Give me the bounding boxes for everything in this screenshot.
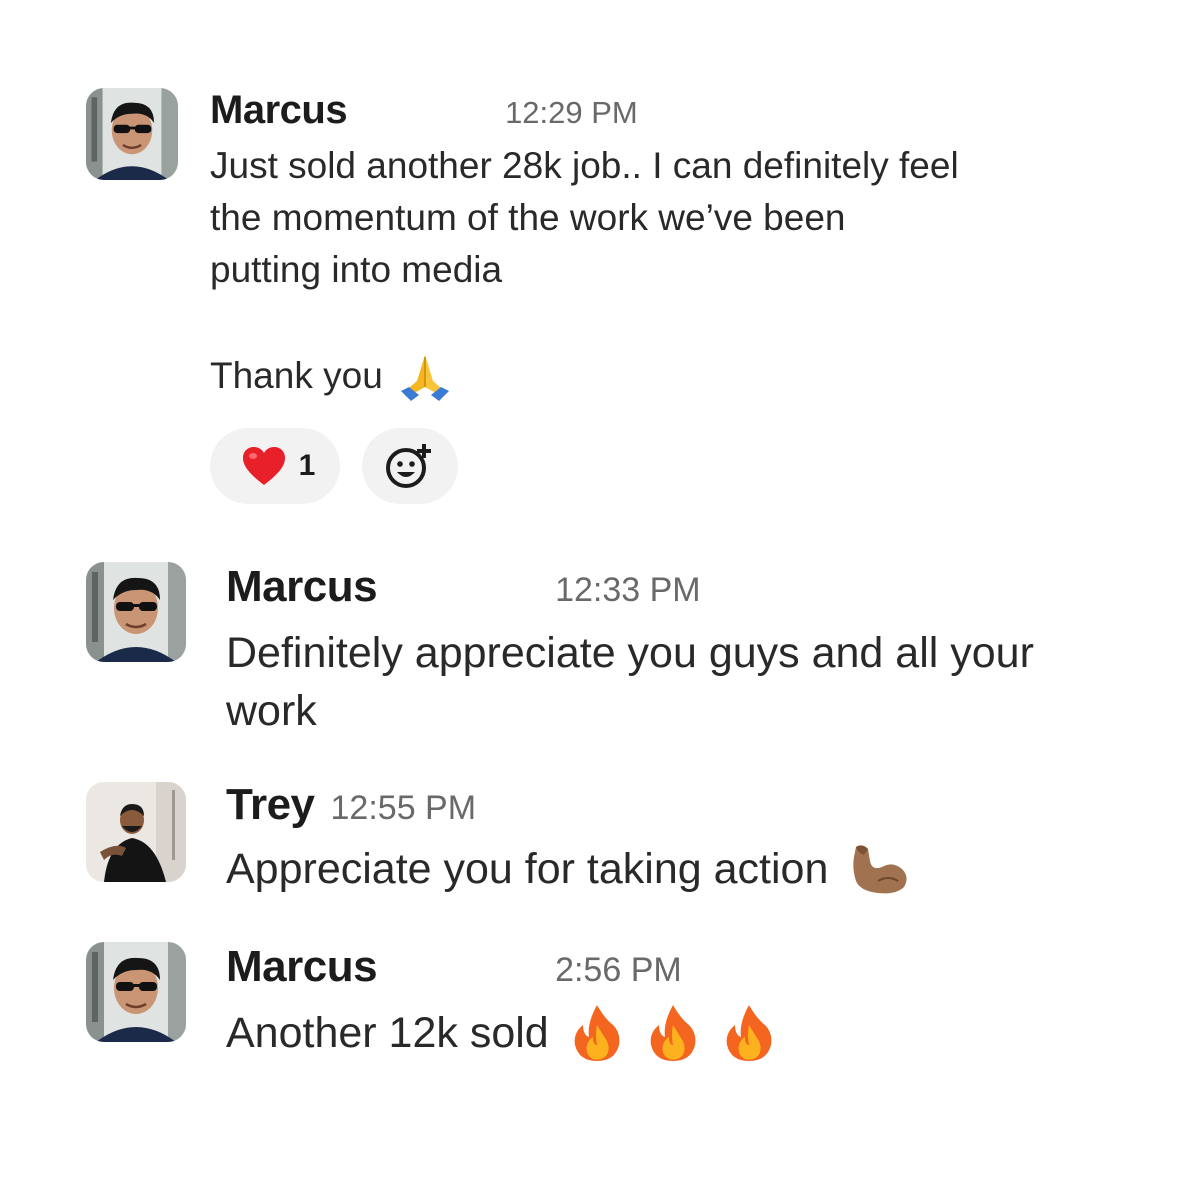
flexed-biceps-icon	[848, 841, 910, 897]
message-2: Marcus 12:33 PM Definitely appreciate yo…	[0, 550, 1200, 750]
add-reaction-button[interactable]	[362, 428, 458, 504]
message-line: Another 12k sold	[226, 1009, 549, 1057]
reaction-bar: 1	[210, 428, 458, 504]
add-emoji-icon	[384, 440, 436, 492]
marcus-avatar[interactable]	[86, 942, 186, 1042]
red-heart-icon	[241, 445, 287, 487]
message-line: Thank you	[210, 355, 383, 396]
fire-icon	[647, 1003, 699, 1063]
reaction-count: 1	[298, 449, 316, 482]
message-line: the momentum of the work we’ve been	[210, 197, 846, 238]
timestamp[interactable]: 2:56 PM	[555, 951, 682, 990]
timestamp[interactable]: 12:55 PM	[331, 789, 477, 828]
folded-hands-icon	[395, 351, 455, 401]
message-3: Trey 12:55 PM Appreciate you for taking …	[0, 770, 1200, 920]
message-text: Appreciate you for taking action	[226, 838, 1186, 900]
marcus-avatar[interactable]	[86, 88, 178, 180]
author-name[interactable]: Trey	[226, 780, 315, 830]
message-line: Appreciate you for taking action	[226, 845, 829, 893]
message-text: Just sold another 28k job.. I can defini…	[210, 140, 1170, 402]
timestamp[interactable]: 12:29 PM	[505, 95, 638, 131]
message-line: Just sold another 28k job.. I can defini…	[210, 145, 959, 186]
message-line: Definitely appreciate you guys and all y…	[226, 629, 1034, 677]
marcus-avatar[interactable]	[86, 562, 186, 662]
author-name[interactable]: Marcus	[226, 562, 378, 612]
trey-avatar[interactable]	[86, 782, 186, 882]
message-line: work	[226, 687, 317, 735]
message-line: putting into media	[210, 249, 503, 290]
message-1: Marcus 12:29 PM Just sold another 28k jo…	[0, 0, 1200, 520]
heart-reaction-button[interactable]: 1	[210, 428, 340, 504]
timestamp[interactable]: 12:33 PM	[555, 571, 701, 610]
message-text: Definitely appreciate you guys and all y…	[226, 624, 1186, 740]
fire-icon	[571, 1003, 623, 1063]
author-name[interactable]: Marcus	[210, 88, 348, 133]
fire-icon	[723, 1003, 775, 1063]
message-4: Marcus 2:56 PM Another 12k sold	[0, 930, 1200, 1090]
author-name[interactable]: Marcus	[226, 942, 378, 992]
message-text: Another 12k sold	[226, 1000, 1186, 1066]
